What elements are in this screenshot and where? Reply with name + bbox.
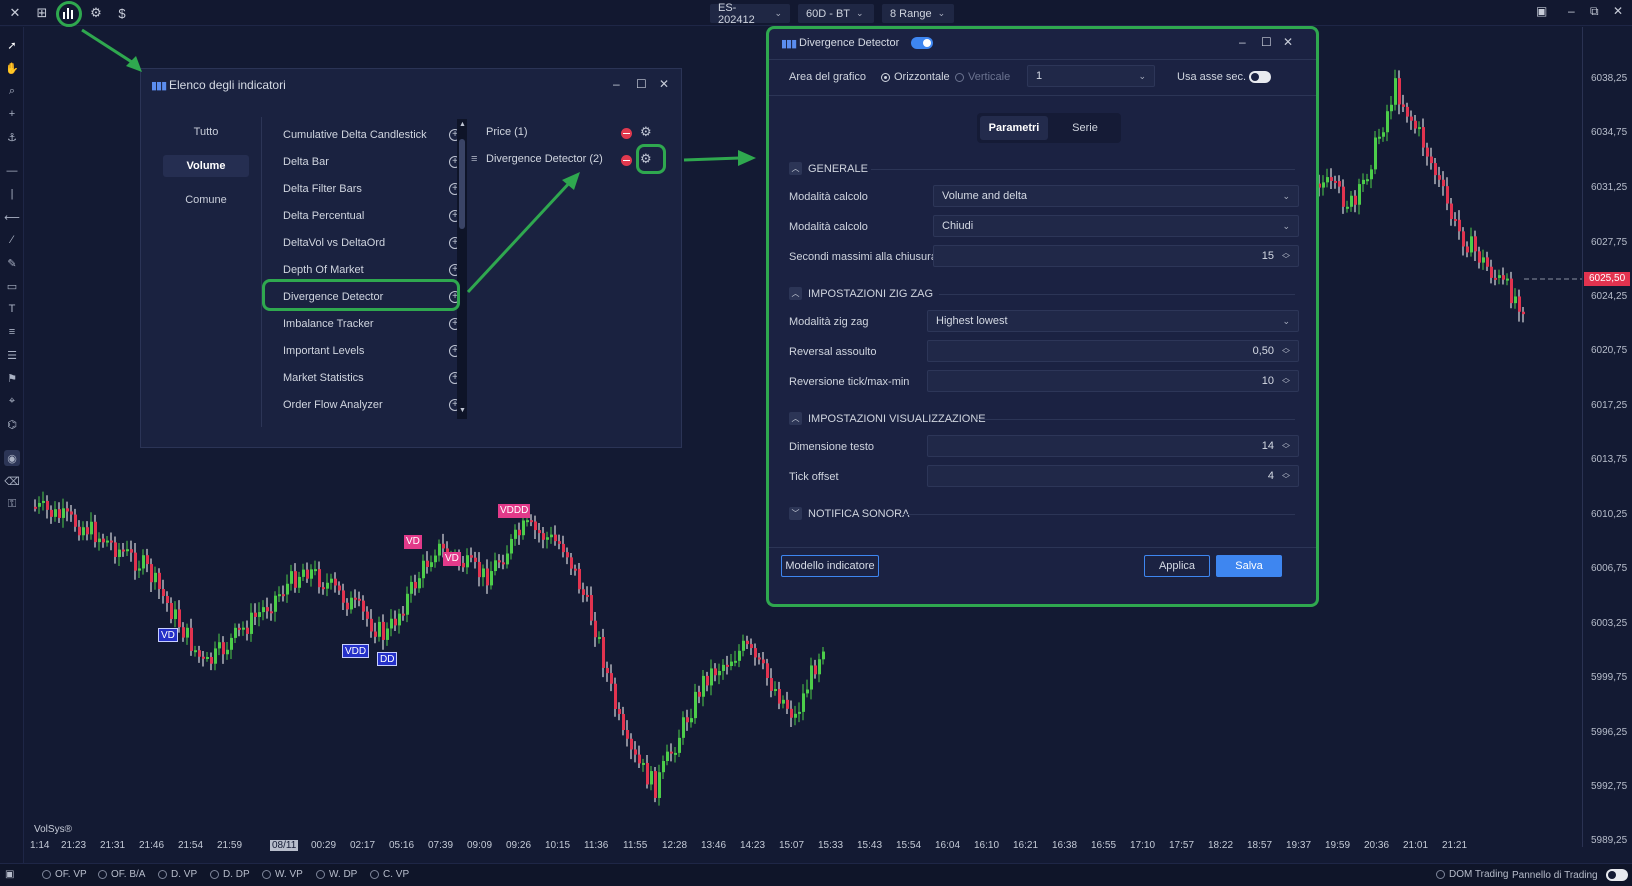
arrow-line <box>81 28 139 68</box>
annotation-arrows <box>81 28 756 294</box>
arrow-head <box>738 150 756 166</box>
arrow-line <box>466 178 574 294</box>
arrow-line <box>683 156 741 162</box>
